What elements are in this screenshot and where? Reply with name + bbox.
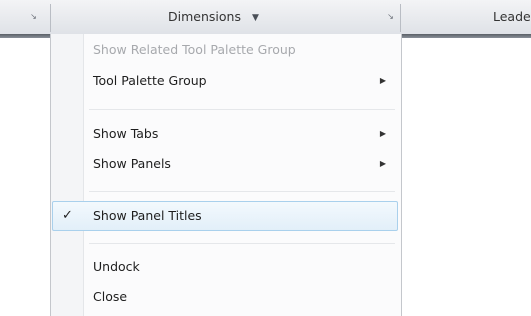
ribbon-panel-bar: ↘ Dimensions ▼ ↘ Leaders (0, 0, 531, 38)
panel-title-label: Dimensions (168, 9, 241, 24)
menu-item-label: Undock (93, 259, 140, 274)
caret-down-icon: ▼ (251, 13, 259, 23)
panel-title-dimensions[interactable]: Dimensions ▼ (168, 0, 259, 34)
panel-divider (400, 4, 401, 32)
menu-item-tool-palette-group[interactable]: Tool Palette Group ▶ (52, 68, 398, 94)
menu-item-undock[interactable]: Undock (52, 254, 398, 280)
dialog-launcher-icon[interactable]: ↘ (386, 12, 395, 21)
menu-item-show-tabs[interactable]: Show Tabs ▶ (52, 121, 398, 147)
context-menu: Show Related Tool Palette Group Tool Pal… (50, 34, 402, 316)
panel-title-leaders[interactable]: Leaders (493, 0, 531, 34)
menu-separator (89, 109, 395, 110)
checkmark-icon: ✓ (62, 208, 73, 223)
menu-item-label: Tool Palette Group (93, 73, 207, 88)
menu-item-label: Show Related Tool Palette Group (93, 42, 296, 57)
submenu-arrow-icon: ▶ (379, 129, 386, 138)
menu-item-show-related-tool-palette-group: Show Related Tool Palette Group (52, 37, 398, 63)
panel-divider (50, 4, 51, 32)
menu-item-label: Close (93, 289, 128, 304)
menu-item-label: Show Tabs (93, 126, 159, 141)
dialog-launcher-icon[interactable]: ↘ (29, 12, 38, 21)
menu-item-show-panels[interactable]: Show Panels ▶ (52, 151, 398, 177)
menu-separator (89, 243, 395, 244)
menu-item-show-panel-titles[interactable]: ✓ Show Panel Titles (52, 201, 398, 231)
menu-separator (89, 191, 395, 192)
submenu-arrow-icon: ▶ (379, 159, 386, 168)
submenu-arrow-icon: ▶ (379, 76, 386, 85)
menu-item-close[interactable]: Close (52, 284, 398, 310)
menu-item-label: Show Panel Titles (93, 208, 202, 223)
menu-item-label: Show Panels (93, 156, 171, 171)
